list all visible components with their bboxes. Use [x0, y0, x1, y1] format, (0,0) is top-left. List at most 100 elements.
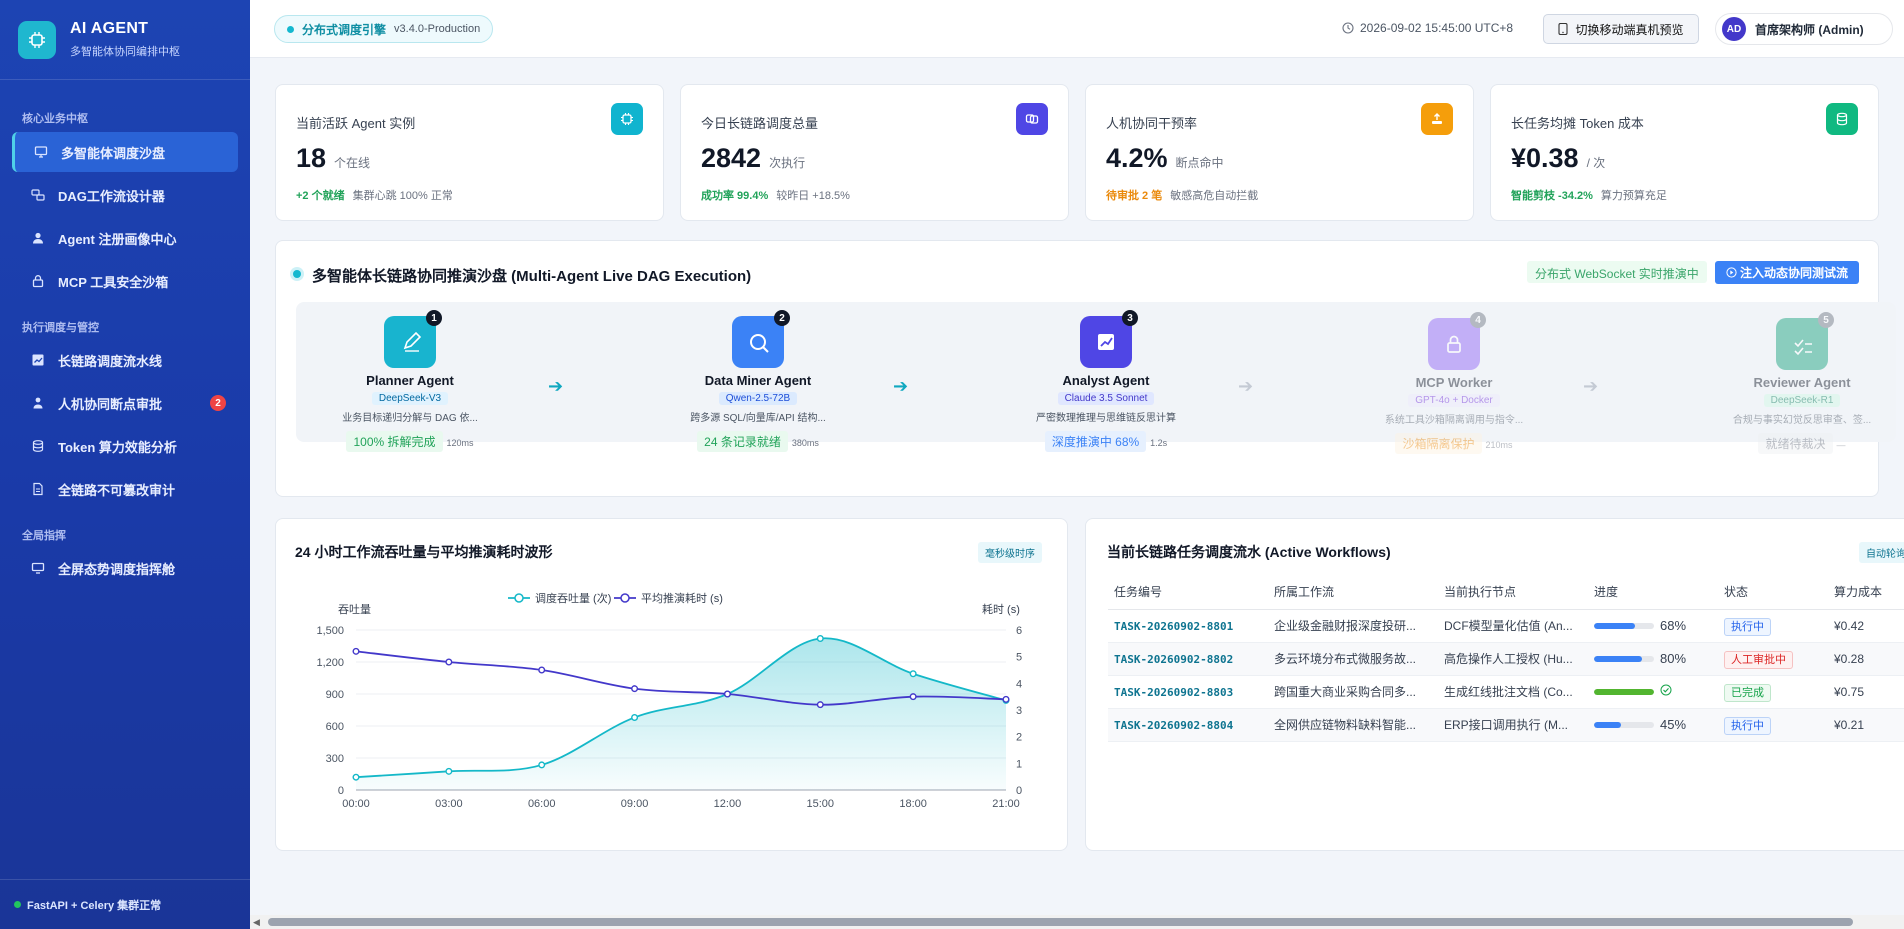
mobile-preview-button[interactable]: 切换移动端真机预览 [1543, 14, 1699, 44]
dag-step-3[interactable]: 3 Analyst Agent Claude 3.5 Sonnet 严密数理推理与思维… [986, 310, 1226, 452]
table-row[interactable]: TASK-20260902-8804 全网供应链物料缺料智能... ERP接口调用执… [1108, 708, 1904, 742]
kpi-highlight: 待审批 2 笔 [1106, 190, 1163, 202]
column-header: 当前执行节点 [1438, 575, 1588, 610]
data-point[interactable] [538, 666, 546, 674]
active-workflows-card: 当前长链路任务调度流水 (Active Workflows) 自动轮询 任务编号… [1085, 518, 1904, 851]
current-node: 高危操作人工授权 (Hu... [1438, 642, 1588, 676]
kpi-unit: 次执行 [769, 156, 806, 170]
progress-cell [1588, 675, 1718, 709]
series-area-fill [356, 638, 1006, 790]
kpi-card-dispatch-total: 今日长链路调度总量 2842 次执行 成功率 99.4% 较昨日 +18.5% [680, 84, 1069, 221]
data-point[interactable] [445, 658, 453, 666]
kpi-highlight: 智能剪枝 -34.2% [1511, 190, 1593, 202]
sidebar-item-command-center[interactable]: 全屏态势调度指挥舱 [12, 548, 238, 588]
data-point[interactable] [352, 773, 360, 781]
progress-bar [1594, 721, 1654, 728]
nav-group-global: 全局指挥 [22, 530, 66, 542]
step-number-badge: 3 [1122, 310, 1138, 326]
sidebar-item-agent-registry[interactable]: Agent 注册画像中心 [12, 218, 238, 258]
sidebar-item-dag-designer[interactable]: DAG工作流设计器 [12, 175, 238, 215]
status-dot-icon [14, 901, 21, 908]
task-id[interactable]: TASK-20260902-8802 [1114, 653, 1233, 666]
sidebar-item-mcp-sandbox[interactable]: MCP 工具安全沙箱 [12, 261, 238, 301]
table-row[interactable]: TASK-20260902-8801 企业级金融财报深度投研... DCF模型量化估… [1108, 609, 1904, 643]
step-model-tag: DeepSeek-V3 [371, 392, 449, 405]
data-point[interactable] [816, 701, 824, 709]
table-row[interactable]: TASK-20260902-8802 多云环境分布式微服务故... 高危操作人工授权… [1108, 642, 1904, 676]
step-description: 系统工具沙箱隔离调用与指令... [1384, 415, 1524, 426]
step-name: Data Miner Agent [704, 373, 812, 388]
step-number-badge: 2 [774, 310, 790, 326]
lock-icon [28, 274, 48, 288]
kpi-title: 当前活跃 Agent 实例 [296, 116, 416, 131]
data-point[interactable] [538, 761, 546, 769]
x-tick-label: 06:00 [528, 798, 556, 810]
legend-label[interactable]: 平均推演耗时 (s) [641, 591, 723, 605]
step-number-badge: 4 [1470, 312, 1486, 328]
compute-cost: ¥0.75 [1828, 675, 1904, 709]
y2-tick-label: 4 [1016, 678, 1022, 690]
user-menu[interactable]: AD 首席架构师 (Admin) [1715, 13, 1893, 45]
kpi-unit: 断点命中 [1175, 156, 1224, 170]
task-id[interactable]: TASK-20260902-8804 [1114, 719, 1233, 732]
data-point[interactable] [909, 670, 917, 678]
data-point[interactable] [631, 685, 639, 693]
legend-label[interactable]: 调度吞吐量 (次) [535, 591, 611, 605]
sidebar-item-dispatch-sandbox[interactable]: 多智能体调度沙盘 [12, 132, 238, 172]
data-point[interactable] [352, 647, 360, 655]
check-circle-icon [1660, 684, 1672, 699]
table-row[interactable]: TASK-20260902-8803 跨国重大商业采购合同多... 生成红线批注文档… [1108, 675, 1904, 709]
step-model-tag: Claude 3.5 Sonnet [1057, 392, 1155, 405]
monitor-icon [31, 145, 51, 159]
scrollbar-thumb[interactable] [268, 918, 1853, 926]
workflow-name: 多云环境分布式微服务故... [1268, 642, 1438, 676]
status-cell: 人工审批中 [1718, 642, 1828, 676]
dag-step-5[interactable]: 5 Reviewer Agent DeepSeek-R1 合规与事实幻觉反思审查、签.… [1682, 312, 1904, 454]
sidebar-item-audit[interactable]: 全链路不可篡改审计 [12, 469, 238, 509]
step-duration: 380ms [791, 438, 819, 448]
data-point[interactable] [445, 767, 453, 775]
horizontal-scrollbar[interactable]: ◀ [250, 915, 1904, 929]
task-id[interactable]: TASK-20260902-8801 [1114, 620, 1233, 633]
compute-cost: ¥0.21 [1828, 708, 1904, 742]
step-model-tag: GPT-4o + Docker [1408, 394, 1500, 407]
scroll-left-icon[interactable]: ◀ [253, 917, 260, 928]
status-cell: 执行中 [1718, 609, 1828, 643]
task-id-cell: TASK-20260902-8803 [1108, 675, 1268, 709]
task-id-cell: TASK-20260902-8804 [1108, 708, 1268, 742]
chart-icon [28, 353, 48, 367]
chip-icon [611, 103, 643, 135]
throughput-chart-card: 24 小时工作流吞吐量与平均推演耗时波形 毫秒级时序 0 300 600 900 1,2… [275, 518, 1068, 851]
step-number-badge: 5 [1818, 312, 1834, 328]
dag-step-1[interactable]: 1 Planner Agent DeepSeek-V3 业务目标递归分解与 DAG 依… [290, 310, 530, 452]
data-point[interactable] [909, 693, 917, 701]
progress-cell: 45% [1588, 708, 1718, 742]
y-tick-label: 600 [326, 721, 344, 733]
column-header: 算力成本 [1828, 575, 1904, 610]
layers-icon [1016, 103, 1048, 135]
kpi-footer: 成功率 99.4% 较昨日 +18.5% [701, 187, 850, 203]
step-number-badge: 1 [426, 310, 442, 326]
flow-arrow-icon: ➔ [548, 376, 564, 396]
kpi-footer: +2 个就绪 集群心跳 100% 正常 [296, 187, 453, 203]
task-id[interactable]: TASK-20260902-8803 [1114, 686, 1233, 699]
y2-axis-label: 耗时 (s) [982, 603, 1020, 616]
inject-button-label: 注入动态协同测试流 [1739, 266, 1848, 280]
column-header: 进度 [1588, 575, 1718, 610]
dag-step-4[interactable]: 4 MCP Worker GPT-4o + Docker 系统工具沙箱隔离调用与指令.… [1334, 312, 1574, 454]
sidebar-item-approval[interactable]: 人机协同断点审批 2 [12, 383, 238, 423]
sidebar-item-pipeline[interactable]: 长链路调度流水线 [12, 340, 238, 380]
engine-label: 分布式调度引擎 [302, 22, 387, 37]
data-point[interactable] [1002, 695, 1010, 703]
step-name: MCP Worker [1415, 375, 1493, 390]
document-icon [28, 482, 48, 496]
inject-test-flow-button[interactable]: 注入动态协同测试流 [1715, 261, 1859, 284]
sidebar-item-token-analysis[interactable]: Token 算力效能分析 [12, 426, 238, 466]
data-point[interactable] [816, 635, 824, 643]
y2-tick-label: 1 [1016, 758, 1022, 770]
data-point[interactable] [723, 690, 731, 698]
dag-step-2[interactable]: 2 Data Miner Agent Qwen-2.5-72B 跨多源 SQL/向量库… [638, 310, 878, 452]
step-duration: 1.2s [1150, 438, 1168, 448]
data-point[interactable] [631, 713, 639, 721]
step-status-row: 100% 拆解完成 120ms [290, 424, 530, 452]
